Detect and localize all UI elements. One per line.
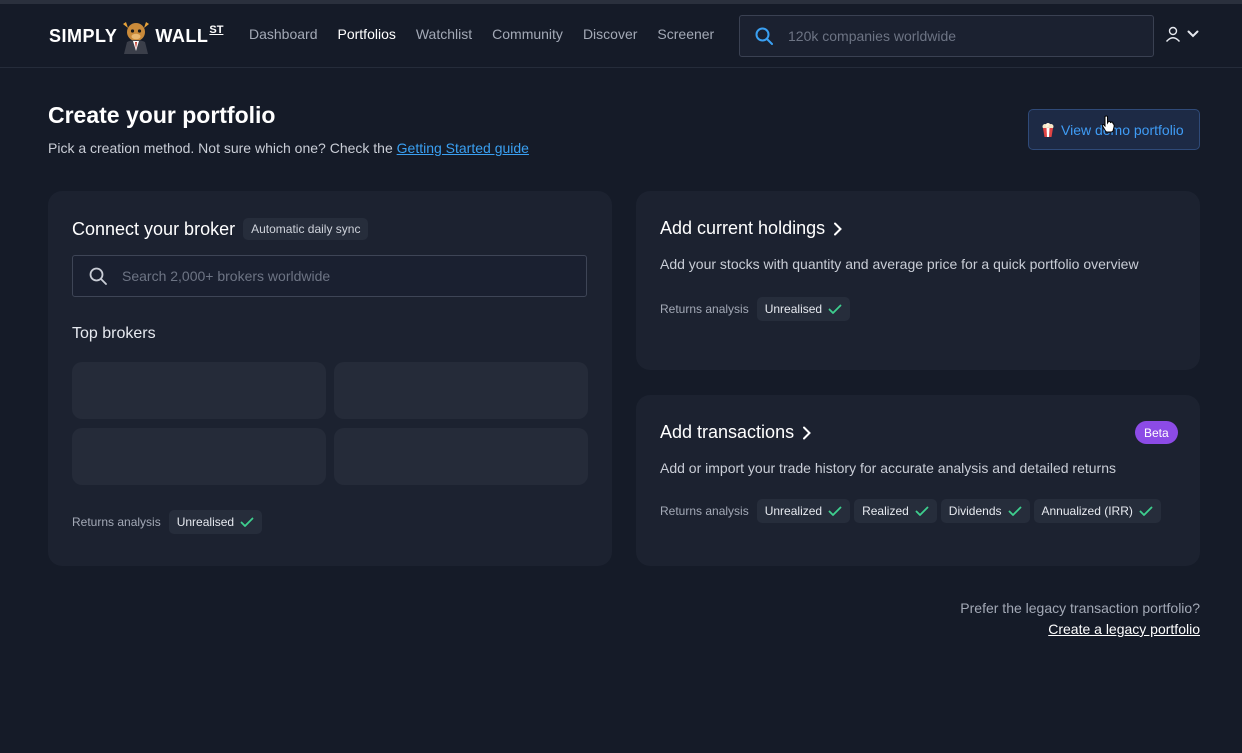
broker-search-input[interactable] — [122, 268, 562, 284]
logo-suffix: ST — [209, 24, 224, 36]
bull-mascot-icon — [123, 22, 150, 54]
nav-discover[interactable]: Discover — [583, 26, 637, 42]
chevron-down-icon — [1187, 30, 1199, 38]
add-transactions-description: Add or import your trade history for acc… — [660, 460, 1117, 476]
returns-chip-dividends: Dividends — [940, 499, 1030, 523]
automatic-sync-badge: Automatic daily sync — [243, 218, 369, 240]
holdings-returns-row: Returns analysis Unrealised — [660, 297, 851, 321]
broker-returns-row: Returns analysis Unrealised — [72, 510, 263, 534]
broker-tile[interactable] — [334, 428, 588, 485]
broker-search-box[interactable] — [72, 255, 587, 297]
top-brokers-label: Top brokers — [72, 325, 156, 342]
check-icon — [828, 506, 842, 516]
check-icon — [915, 506, 929, 516]
create-legacy-portfolio-link[interactable]: Create a legacy portfolio — [1048, 621, 1200, 637]
search-icon — [755, 27, 773, 45]
returns-analysis-label: Returns analysis — [72, 515, 161, 529]
returns-chip: Unrealised — [168, 510, 263, 534]
add-transactions-title[interactable]: Add transactions — [660, 422, 812, 443]
returns-chip-label: Unrealised — [176, 515, 235, 529]
hand-pointer-cursor-icon — [1101, 115, 1115, 133]
connect-broker-card: Connect your broker Automatic daily sync… — [48, 191, 612, 566]
nav-screener[interactable]: Screener — [657, 26, 714, 42]
logo-text-right: WALL — [155, 25, 209, 46]
company-search-input[interactable] — [788, 28, 1118, 44]
transactions-returns-row: Returns analysis Unrealized Realized Div… — [660, 499, 1161, 523]
returns-chip-label: Realized — [862, 504, 909, 518]
returns-chip: Unrealised — [756, 297, 851, 321]
returns-chip-label: Unrealized — [764, 504, 823, 518]
page-title: Create your portfolio — [48, 102, 276, 128]
check-icon — [240, 517, 254, 527]
subtitle-text: Pick a creation method. Not sure which o… — [48, 140, 397, 156]
add-holdings-description: Add your stocks with quantity and averag… — [660, 256, 1139, 272]
simply-wall-st-logo[interactable]: SIMPLY WALL ST — [49, 16, 223, 56]
nav-portfolios[interactable]: Portfolios — [338, 26, 396, 42]
nav-community[interactable]: Community — [492, 26, 563, 42]
add-holdings-title[interactable]: Add current holdings — [660, 218, 843, 239]
check-icon — [828, 304, 842, 314]
nav-watchlist[interactable]: Watchlist — [416, 26, 472, 42]
popcorn-icon — [1042, 122, 1054, 137]
returns-chip-label: Dividends — [948, 504, 1002, 518]
company-search-box[interactable] — [739, 15, 1154, 57]
broker-tile[interactable] — [72, 362, 326, 419]
add-transactions-title-text: Add transactions — [660, 422, 795, 442]
broker-tile[interactable] — [72, 428, 326, 485]
returns-chip-realized: Realized — [854, 499, 937, 523]
search-icon — [89, 267, 107, 285]
returns-chip-label: Annualized (IRR) — [1041, 504, 1133, 518]
connect-broker-title-text: Connect your broker — [72, 218, 236, 239]
broker-tile[interactable] — [334, 362, 588, 419]
top-navigation-bar: SIMPLY WALL ST Dashboard Portfolios Watc… — [0, 4, 1242, 68]
user-menu[interactable] — [1165, 26, 1199, 42]
returns-analysis-label: Returns analysis — [660, 302, 749, 316]
chevron-right-icon — [803, 426, 811, 439]
view-demo-portfolio-label: View demo portfolio — [1061, 121, 1184, 138]
legacy-portfolio-question: Prefer the legacy transaction portfolio? — [960, 600, 1200, 616]
getting-started-link[interactable]: Getting Started guide — [397, 140, 529, 156]
returns-analysis-label: Returns analysis — [660, 504, 749, 518]
check-icon — [1139, 506, 1153, 516]
add-holdings-title-text: Add current holdings — [660, 218, 826, 238]
returns-chip-label: Unrealised — [764, 302, 823, 316]
nav-dashboard[interactable]: Dashboard — [249, 26, 318, 42]
main-nav: Dashboard Portfolios Watchlist Community… — [249, 26, 714, 42]
beta-badge: Beta — [1135, 421, 1178, 444]
returns-chip-irr: Annualized (IRR) — [1033, 499, 1161, 523]
logo-text-left: SIMPLY — [49, 25, 118, 46]
check-icon — [1008, 506, 1021, 516]
add-transactions-card[interactable]: Add transactions Beta Add or import your… — [636, 395, 1200, 566]
add-holdings-card[interactable]: Add current holdings Add your stocks wit… — [636, 191, 1200, 370]
user-icon — [1165, 26, 1181, 42]
chevron-right-icon — [834, 222, 843, 235]
connect-broker-title: Connect your broker Automatic daily sync — [72, 218, 369, 240]
page-subtitle: Pick a creation method. Not sure which o… — [48, 140, 529, 156]
returns-chip-unrealized: Unrealized — [756, 499, 851, 523]
